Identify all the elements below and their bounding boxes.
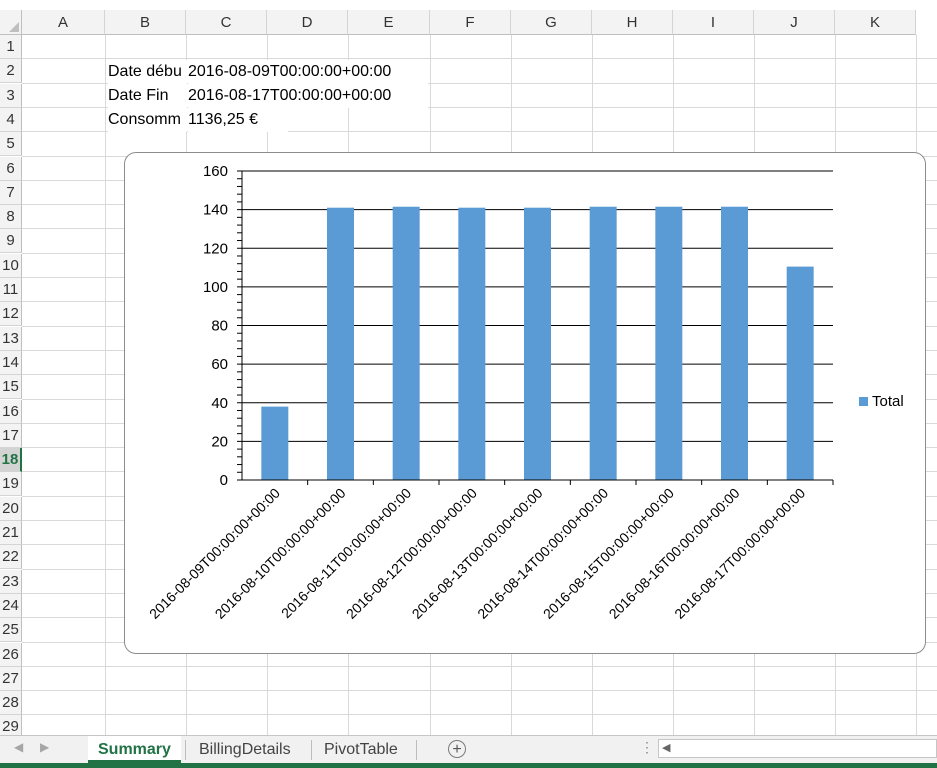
bar-1	[261, 406, 289, 480]
row-header-18[interactable]: 18	[0, 448, 22, 472]
bar-6	[589, 206, 617, 480]
bar-5	[524, 207, 551, 480]
row-header-8[interactable]: 8	[0, 205, 22, 229]
cell-b3[interactable]: Date Fin	[108, 84, 187, 108]
bar-9	[786, 266, 814, 480]
select-all-triangle-icon	[9, 22, 19, 32]
row-header-4[interactable]: 4	[0, 108, 22, 132]
y-tick-label: 160	[203, 163, 228, 180]
column-header-h[interactable]: H	[592, 10, 673, 35]
sheet-tab-pivottable[interactable]: PivotTable	[314, 736, 408, 763]
grid-row-line	[22, 714, 937, 715]
cell-b4[interactable]: Consomm	[108, 108, 187, 132]
sheet-tab-summary[interactable]: Summary	[88, 736, 181, 763]
chart-plot-area: 0 20 40 60 80 100 120 140 160 2016-08-09T00:00:00…	[146, 163, 834, 622]
status-bar-strip	[0, 763, 937, 768]
y-tick-label: 20	[211, 433, 228, 450]
row-header-16[interactable]: 16	[0, 400, 22, 424]
y-tick-label: 80	[211, 318, 228, 335]
row-header-26[interactable]: 26	[0, 643, 22, 667]
tab-split-handle-icon[interactable]: ⋮	[640, 739, 654, 756]
grid-row-line	[22, 690, 937, 691]
add-sheet-plus-icon[interactable]: +	[448, 740, 466, 758]
row-header-28[interactable]: 28	[0, 691, 22, 715]
tab-separator	[416, 740, 417, 760]
y-tick-label: 0	[220, 472, 228, 489]
row-header-24[interactable]: 24	[0, 594, 22, 618]
column-header-i[interactable]: I	[673, 10, 754, 35]
scroll-tabs-next-icon[interactable]: ▶	[40, 740, 49, 754]
cell-c3[interactable]: 2016-08-17T00:00:00+00:00	[188, 84, 428, 108]
row-header-12[interactable]: 12	[0, 302, 22, 326]
column-header-b[interactable]: B	[105, 10, 186, 35]
y-tick-label: 100	[203, 279, 228, 296]
row-header-20[interactable]: 20	[0, 497, 22, 521]
tab-separator	[311, 740, 312, 760]
row-header-27[interactable]: 27	[0, 667, 22, 691]
row-header-17[interactable]: 17	[0, 424, 22, 448]
grid-row-line	[22, 58, 937, 59]
row-header-5[interactable]: 5	[0, 132, 22, 156]
y-tick-label: 140	[203, 202, 228, 219]
column-header-j[interactable]: J	[754, 10, 835, 35]
bar-8	[721, 206, 748, 480]
cell-c4[interactable]: 1136,25 €	[188, 108, 288, 132]
bar-chart[interactable]: 0 20 40 60 80 100 120 140 160 2016-08-09T00:00:00…	[124, 152, 926, 654]
row-header-21[interactable]: 21	[0, 521, 22, 545]
row-header-7[interactable]: 7	[0, 181, 22, 205]
grid-row-line	[22, 666, 937, 667]
row-header-10[interactable]: 10	[0, 254, 22, 278]
bar-3	[392, 206, 420, 480]
row-header-22[interactable]: 22	[0, 545, 22, 569]
x-tick-label: 2016-08-12T00:00:00+00:00	[343, 485, 480, 622]
y-tick-label: 120	[203, 240, 228, 257]
row-header-6[interactable]: 6	[0, 157, 22, 181]
column-header-e[interactable]: E	[348, 10, 430, 35]
row-header-25[interactable]: 25	[0, 618, 22, 642]
row-header-13[interactable]: 13	[0, 327, 22, 351]
select-all-corner[interactable]	[0, 10, 22, 35]
row-header-23[interactable]: 23	[0, 570, 22, 594]
row-header-2[interactable]: 2	[0, 59, 22, 83]
chart-legend[interactable]: Total	[859, 393, 904, 410]
bar-2	[327, 207, 354, 480]
row-header-15[interactable]: 15	[0, 375, 22, 399]
horizontal-scrollbar[interactable]: ◀	[658, 739, 937, 758]
row-header-1[interactable]: 1	[0, 35, 22, 59]
x-tick-label: 2016-08-09T00:00:00+00:00	[146, 485, 283, 622]
column-header-row: A B C D E F G H I J K	[0, 0, 937, 35]
row-header-3[interactable]: 3	[0, 84, 22, 108]
bar-7	[655, 206, 683, 480]
sheet-tab-billingdetails[interactable]: BillingDetails	[189, 736, 301, 763]
column-header-g[interactable]: G	[511, 10, 592, 35]
x-tick-label: 2016-08-11T00:00:00+00:00	[278, 485, 415, 622]
sheet-tab-bar: ◀ ▶ Summary BillingDetails PivotTable + …	[0, 735, 937, 763]
tab-separator	[185, 740, 186, 760]
row-header-9[interactable]: 9	[0, 229, 22, 253]
column-header-c[interactable]: C	[186, 10, 267, 35]
x-tick-label: 2016-08-10T00:00:00+00:00	[212, 485, 349, 622]
row-header-19[interactable]: 19	[0, 472, 22, 496]
x-tick-label: 2016-08-17T00:00:00+00:00	[671, 485, 808, 622]
scroll-tabs-prev-icon[interactable]: ◀	[14, 740, 23, 754]
column-header-f[interactable]: F	[430, 10, 511, 35]
x-tick-label: 2016-08-14T00:00:00+00:00	[474, 485, 611, 622]
x-tick-label: 2016-08-16T00:00:00+00:00	[606, 485, 743, 622]
bar-4	[458, 207, 486, 480]
y-tick-label: 40	[211, 395, 228, 412]
row-header-14[interactable]: 14	[0, 351, 22, 375]
row-header-11[interactable]: 11	[0, 278, 22, 302]
legend-label-total: Total	[872, 393, 904, 410]
column-header-a[interactable]: A	[22, 10, 105, 35]
column-header-d[interactable]: D	[267, 10, 348, 35]
legend-swatch	[859, 397, 868, 406]
cell-c2[interactable]: 2016-08-09T00:00:00+00:00	[188, 60, 428, 84]
x-tick-label: 2016-08-15T00:00:00+00:00	[540, 485, 677, 622]
grid-column-line	[105, 35, 106, 735]
column-header-k[interactable]: K	[835, 10, 916, 35]
x-tick-label: 2016-08-13T00:00:00+00:00	[409, 485, 546, 622]
y-tick-label: 60	[211, 356, 228, 373]
cell-b2[interactable]: Date débu	[108, 60, 187, 84]
scroll-left-icon[interactable]: ◀	[662, 741, 670, 754]
